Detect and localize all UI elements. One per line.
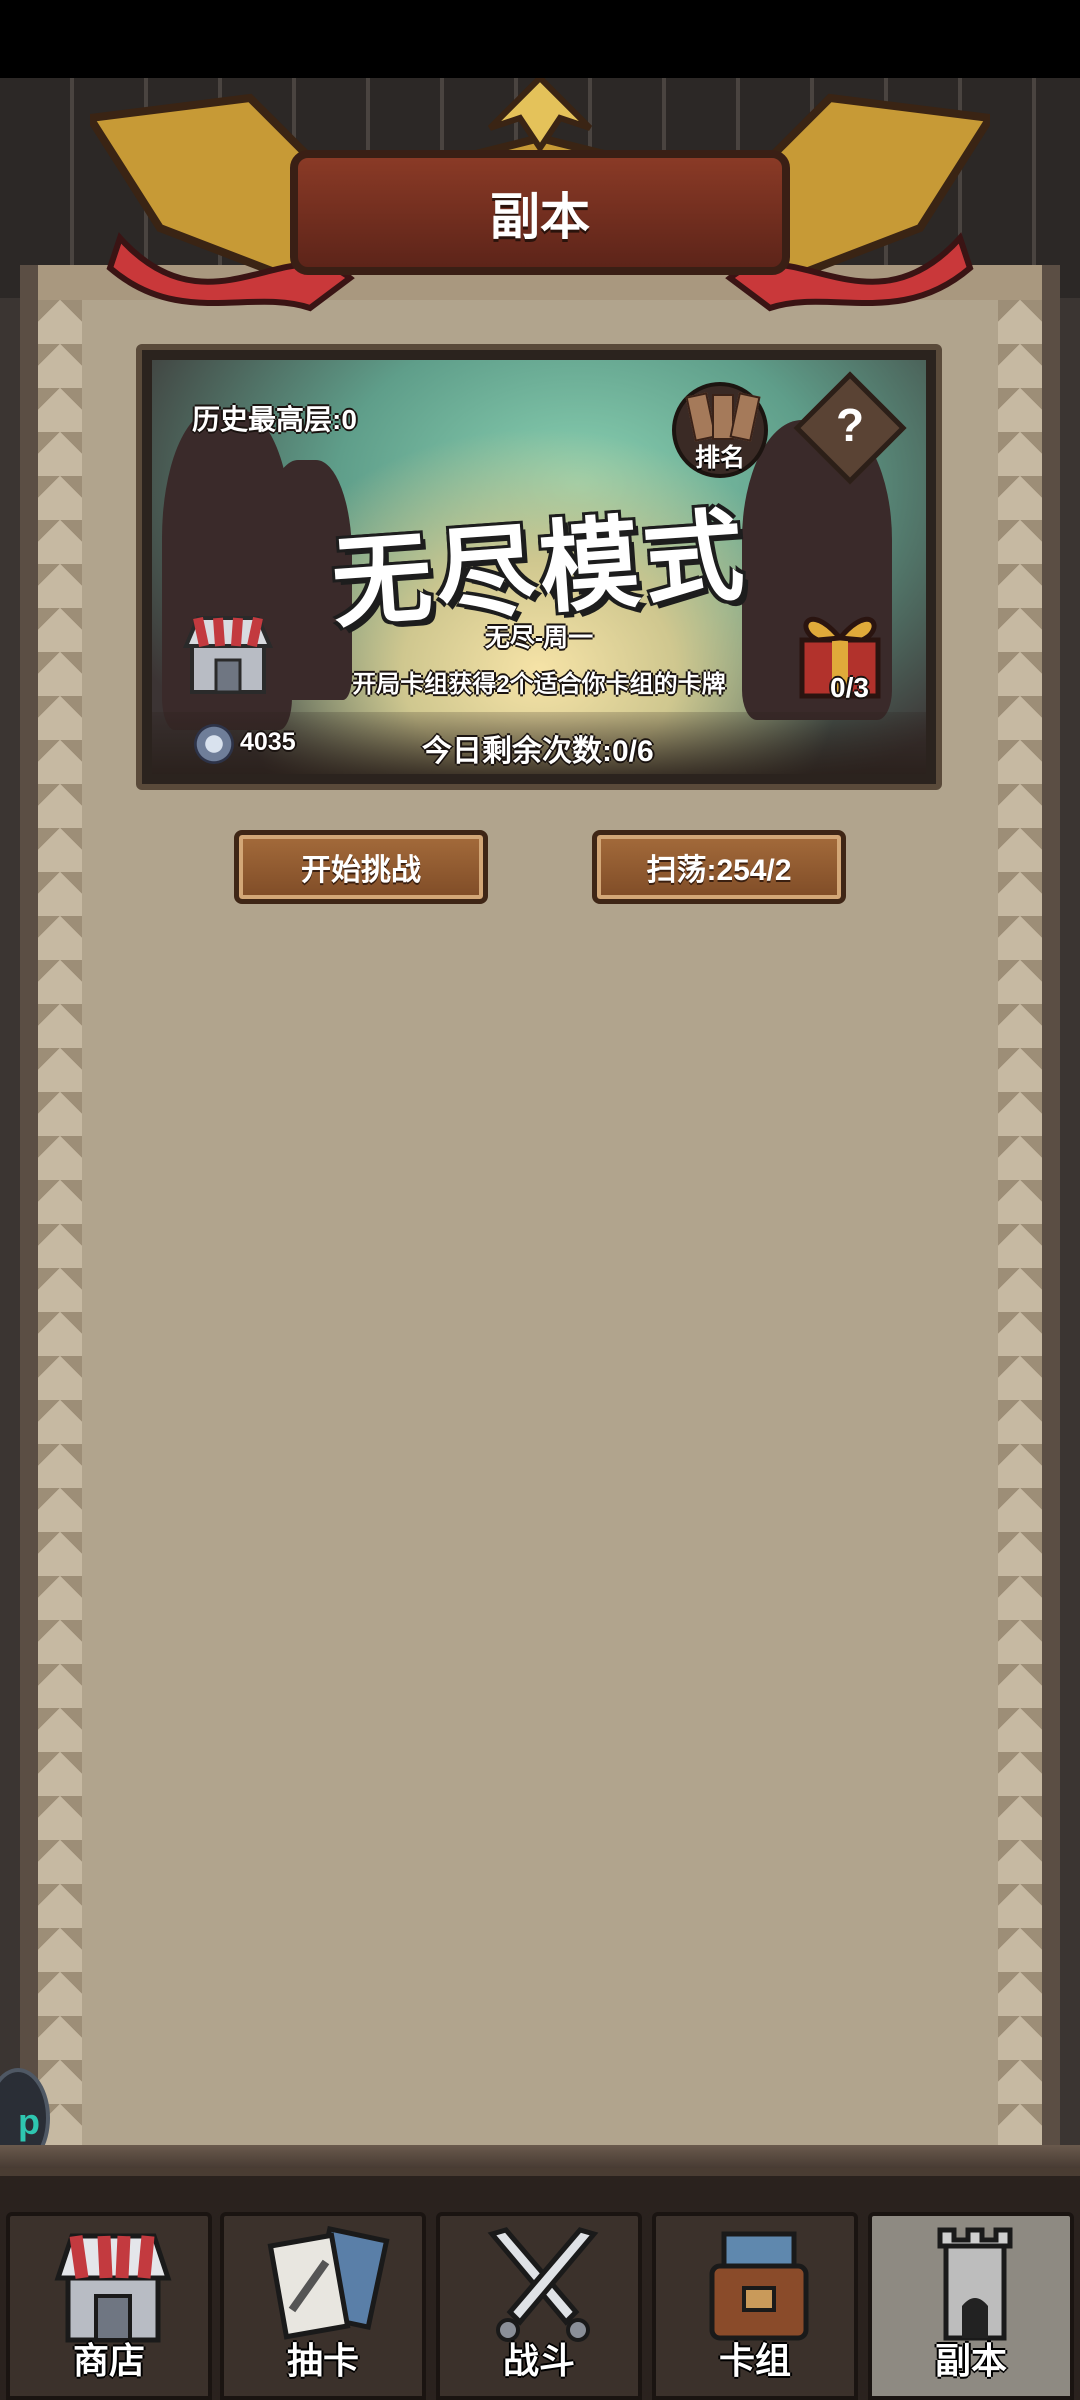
card-deck-icon — [709, 2231, 809, 2341]
rank-label: 排名 — [694, 444, 745, 472]
panel-border-right — [998, 300, 1042, 2170]
panel-border-left — [38, 300, 82, 2170]
nav-item-draw[interactable]: 抽卡 — [220, 2212, 426, 2400]
reward-progress: 0/3 — [830, 672, 869, 703]
nav-label-dungeon: 副本 — [934, 2340, 1007, 2381]
nav-item-deck[interactable]: 卡组 — [652, 2212, 858, 2400]
coin-count: 4035 — [240, 728, 296, 756]
castle-tower-icon — [937, 2227, 1013, 2341]
nav-label-draw: 抽卡 — [286, 2340, 359, 2381]
nav-item-battle[interactable]: 战斗 — [436, 2212, 642, 2400]
start-challenge-button[interactable]: 开始挑战 — [234, 830, 488, 904]
title-plate: 副本 — [290, 150, 790, 275]
rank-cards-icon — [685, 392, 761, 442]
nav-label-shop: 商店 — [72, 2340, 145, 2381]
endless-mode-card[interactable]: 历史最高层:0 排名 ? 无尽模式 无尽-周一 开局卡组获得2个适合你卡组的卡牌… — [136, 344, 942, 790]
nav-item-shop[interactable]: 商店 — [6, 2212, 212, 2400]
crossed-swords-icon — [487, 2227, 599, 2342]
nav-label-deck: 卡组 — [718, 2340, 791, 2381]
sweep-button[interactable]: 扫荡:254/2 — [592, 830, 846, 904]
floating-assist-label: p — [18, 2101, 40, 2142]
rank-button[interactable]: 排名 — [672, 382, 768, 478]
nav-label-battle: 战斗 — [502, 2340, 575, 2381]
draw-card-icon — [267, 2226, 390, 2340]
best-floor-label: 历史最高层:0 — [192, 404, 357, 435]
shop-icon — [54, 2233, 172, 2343]
start-challenge-label: 开始挑战 — [301, 854, 421, 887]
nav-item-dungeon[interactable]: 副本 — [868, 2212, 1074, 2400]
remaining-attempts: 今日剩余次数:0/6 — [422, 735, 654, 768]
page-title: 副本 — [490, 188, 590, 245]
sweep-label: 扫荡:254/2 — [646, 854, 792, 887]
coin-icon — [194, 724, 234, 764]
status-bar — [0, 0, 1080, 78]
question-diamond-icon: ? — [835, 399, 865, 451]
